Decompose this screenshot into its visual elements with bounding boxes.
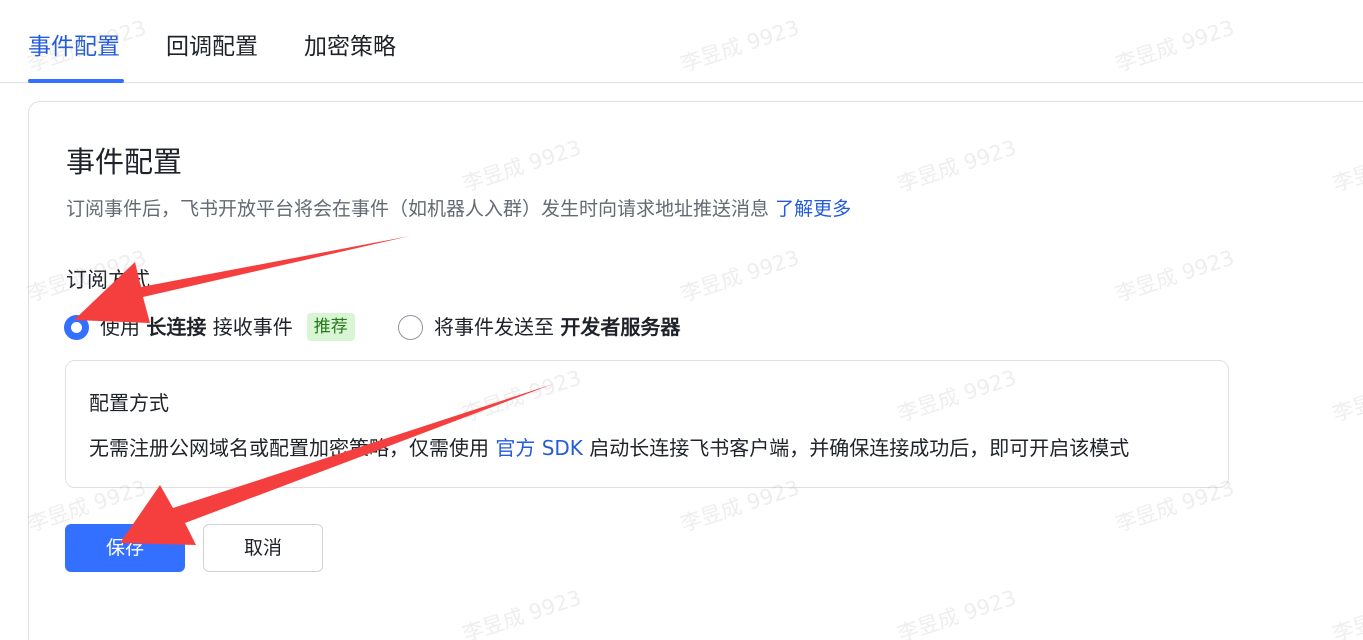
option-bold-text: 开发者服务器 [560, 315, 681, 339]
radio-option-long-connection[interactable]: 使用 长连接 接收事件 推荐 [64, 312, 355, 342]
subscription-method-label: 订阅方式 [66, 268, 150, 292]
option-prefix: 使用 [100, 315, 140, 339]
active-tab-indicator [28, 79, 124, 83]
recommended-badge: 推荐 [306, 313, 355, 341]
tab-bar: 事件配置 回调配置 加密策略 [0, 0, 1363, 83]
radio-checked-icon[interactable] [64, 314, 89, 340]
option-suffix: 接收事件 [212, 315, 293, 339]
event-config-page: 事件配置 回调配置 加密策略 事件配置 订阅事件后，飞书开放平台将会在事件（如机… [0, 0, 1363, 640]
learn-more-link[interactable]: 了解更多 [775, 198, 851, 220]
card-description: 订阅事件后，飞书开放平台将会在事件（如机器人入群）发生时向请求地址推送消息 了解… [66, 195, 851, 223]
tab-encryption-strategy[interactable]: 加密策略 [304, 30, 396, 64]
card-title: 事件配置 [66, 145, 183, 179]
description-text: 订阅事件后，飞书开放平台将会在事件（如机器人入群）发生时向请求地址推送消息 [66, 198, 770, 220]
radio-unchecked-icon[interactable] [398, 314, 423, 340]
save-button[interactable]: 保存 [65, 524, 185, 572]
option-bold-text: 长连接 [146, 315, 207, 339]
option-label: 将事件发送至 开发者服务器 [434, 312, 680, 342]
config-text-before: 无需注册公网域名或配置加密策略，仅需使用 [89, 436, 496, 460]
config-method-box [65, 360, 1229, 488]
config-method-title: 配置方式 [89, 391, 169, 415]
option-label: 使用 长连接 接收事件 [100, 312, 293, 342]
official-sdk-link[interactable]: 官方 SDK [495, 436, 583, 460]
radio-option-developer-server[interactable]: 将事件发送至 开发者服务器 [398, 312, 680, 342]
tab-event-config[interactable]: 事件配置 [28, 30, 120, 64]
config-text-after: 启动长连接飞书客户端，并确保连接成功后，即可开启该模式 [582, 436, 1130, 460]
config-method-text: 无需注册公网域名或配置加密策略，仅需使用 官方 SDK 启动长连接飞书客户端，并… [89, 433, 1129, 463]
tab-callback-config[interactable]: 回调配置 [166, 30, 258, 64]
option-prefix: 将事件发送至 [434, 315, 554, 339]
cancel-button[interactable]: 取消 [203, 524, 323, 572]
